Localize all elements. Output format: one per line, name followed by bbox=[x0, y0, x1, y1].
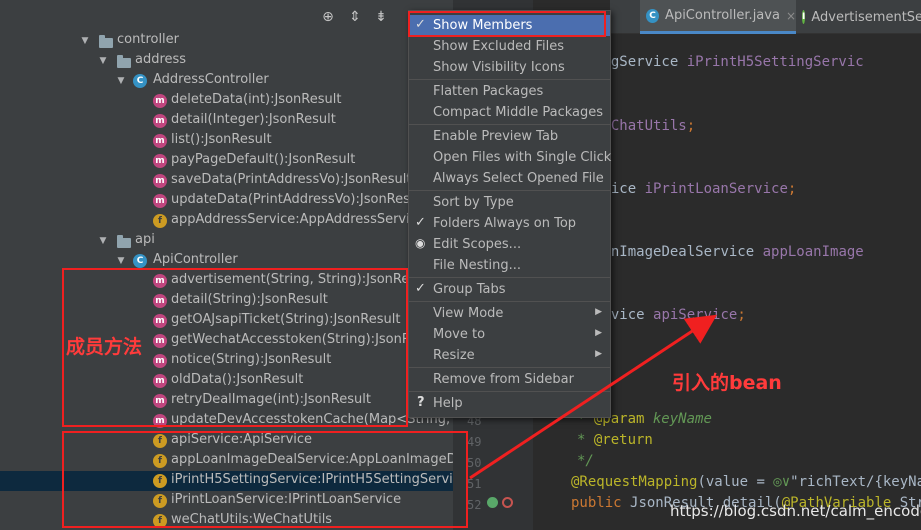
watermark: https://blog.csdn.net/calm_encode bbox=[670, 502, 921, 520]
annotation-arrow bbox=[469, 314, 718, 480]
